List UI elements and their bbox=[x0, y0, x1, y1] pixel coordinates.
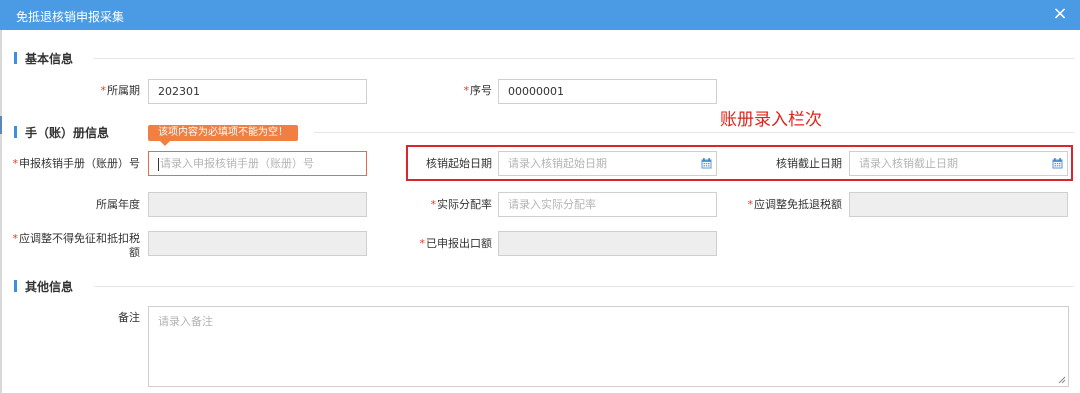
section-divider bbox=[314, 132, 1074, 133]
section-bar bbox=[14, 126, 17, 138]
section-bar bbox=[14, 280, 17, 292]
left-edge-divider bbox=[0, 30, 2, 393]
alloc-rate-input[interactable]: 请录入实际分配率 bbox=[498, 192, 717, 217]
year-label: 所属年度 bbox=[96, 198, 140, 211]
resize-grip-icon[interactable] bbox=[1058, 376, 1066, 384]
close-icon[interactable]: × bbox=[1050, 4, 1070, 24]
section-title: 其他信息 bbox=[25, 280, 74, 294]
dialog: 免抵退核销申报采集 × 基本信息 *所属期 202301 *序号 0000000… bbox=[0, 0, 1080, 393]
seq-input[interactable]: 00000001 bbox=[498, 79, 717, 104]
required-mark: * bbox=[419, 237, 426, 250]
seq-label: *序号 bbox=[400, 84, 493, 98]
section-divider bbox=[94, 58, 1074, 59]
section-other-info: 其他信息 bbox=[14, 278, 1074, 294]
year-input bbox=[148, 192, 367, 217]
declared-export-label-text: 已申报出口额 bbox=[426, 237, 492, 250]
seq-label-text: 序号 bbox=[470, 84, 492, 97]
remark-placeholder: 请录入备注 bbox=[158, 315, 213, 328]
alloc-rate-label-text: 实际分配率 bbox=[437, 198, 492, 211]
declared-export-input bbox=[498, 231, 717, 256]
remark-label: 备注 bbox=[118, 311, 140, 324]
text-caret bbox=[158, 157, 159, 171]
required-mark: * bbox=[430, 198, 437, 211]
required-mark: * bbox=[12, 157, 19, 170]
adj-refund-label: *应调整免抵退税额 bbox=[735, 198, 843, 212]
alloc-rate-placeholder: 请录入实际分配率 bbox=[508, 198, 596, 211]
dialog-titlebar: 免抵退核销申报采集 × bbox=[0, 0, 1080, 30]
annotation-text: 账册录入栏次 bbox=[720, 110, 822, 130]
alloc-rate-label: *实际分配率 bbox=[400, 198, 493, 212]
section-divider bbox=[94, 286, 1074, 287]
validation-tooltip: 该项内容为必填项不能为空！ bbox=[148, 125, 298, 146]
left-edge-marker bbox=[0, 116, 2, 134]
dialog-title: 免抵退核销申报采集 bbox=[16, 10, 125, 24]
adj-refund-label-text: 应调整免抵退税额 bbox=[754, 198, 842, 211]
adj-nondeduct-label-line1: 应调整不得免征和抵扣税 bbox=[19, 232, 140, 245]
period-input[interactable]: 202301 bbox=[148, 79, 367, 104]
section-basic-info: 基本信息 bbox=[14, 50, 1074, 66]
manual-no-placeholder: 请录入申报核销手册（账册）号 bbox=[160, 157, 314, 170]
section-title: 手（账）册信息 bbox=[25, 126, 110, 140]
period-label: *所属期 bbox=[20, 84, 141, 98]
section-bar bbox=[14, 52, 17, 64]
annotation-highlight-box bbox=[406, 145, 1073, 181]
manual-no-label: *申报核销手册（账册）号 bbox=[10, 157, 141, 171]
adj-nondeduct-label-line2: 额 bbox=[129, 246, 140, 259]
remark-textarea[interactable]: 请录入备注 bbox=[148, 306, 1069, 387]
section-title: 基本信息 bbox=[25, 52, 74, 66]
manual-no-input[interactable]: 请录入申报核销手册（账册）号 bbox=[148, 151, 367, 176]
adj-nondeduct-input bbox=[148, 231, 367, 256]
manual-no-label-text: 申报核销手册（账册）号 bbox=[19, 157, 140, 170]
required-mark: * bbox=[463, 84, 470, 97]
required-mark: * bbox=[747, 198, 754, 211]
adj-nondeduct-label: *应调整不得免征和抵扣税 额 bbox=[10, 232, 141, 260]
period-label-text: 所属期 bbox=[107, 84, 140, 97]
declared-export-label: *已申报出口额 bbox=[400, 237, 493, 251]
required-mark: * bbox=[100, 84, 107, 97]
adj-refund-input bbox=[849, 192, 1068, 217]
required-mark: * bbox=[12, 232, 19, 245]
